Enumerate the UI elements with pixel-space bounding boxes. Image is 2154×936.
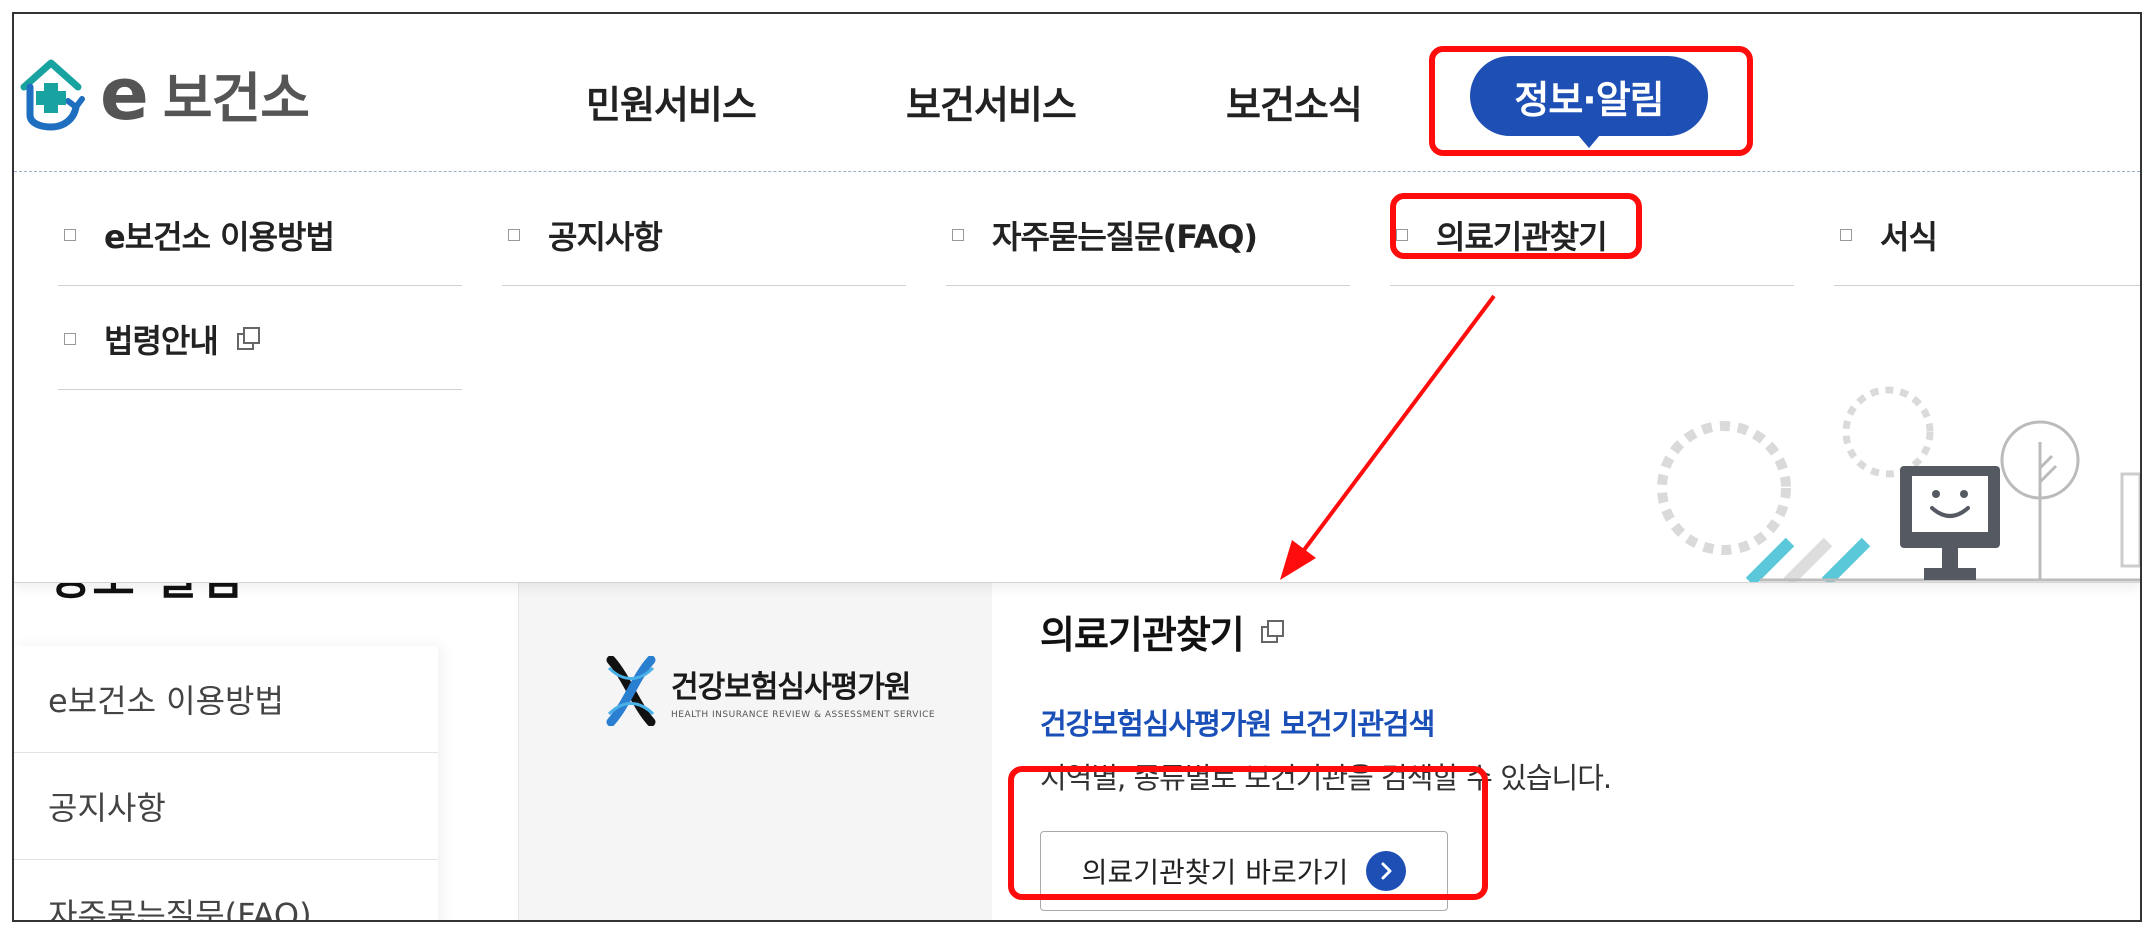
nav-info-notice[interactable]: 정보·알림 [1470,56,1708,148]
monitor-illustration-icon [1657,386,2140,582]
card-description: 지역별, 종류별로 보건기관을 검색할 수 있습니다. [1040,761,1612,795]
hira-emblem-icon [606,656,656,726]
org-logo-panel: 건강보험심사평가원 HEALTH INSURANCE REVIEW & ASSE… [518,572,992,920]
menu-item-label: 의료기관찾기 [1436,217,1608,256]
hira-name: 건강보험심사평가원 [671,670,911,705]
bullet-icon [64,332,76,345]
menu-item-label: 자주묻는질문(FAQ) [992,217,1258,256]
menu-item-label: 법령안내 [104,321,219,360]
logo-e: e [100,51,149,136]
bullet-icon [1396,228,1408,241]
mega-menu-dropdown: e보건소 이용방법 공지사항 자주묻는질문(FAQ) 의료기관찾기 서식 법령안… [14,171,2140,583]
menu-item-guide[interactable]: e보건소 이용방법 [58,184,462,286]
house-cross-logo-icon [20,59,85,131]
menu-item-label: e보건소 이용방법 [104,217,335,256]
logo-text: 보건소 [162,67,310,130]
hira-logo: 건강보험심사평가원 HEALTH INSURANCE REVIEW & ASSE… [605,656,935,726]
bullet-icon [952,228,964,241]
side-nav-item-guide[interactable]: e보건소 이용방법 [14,646,438,753]
bullet-icon [64,228,76,241]
side-nav-item-notice[interactable]: 공지사항 [14,753,438,860]
nav-civil-service[interactable]: 민원서비스 [586,74,757,129]
menu-item-forms[interactable]: 서식 [1834,184,2140,286]
hira-subtitle: HEALTH INSURANCE REVIEW & ASSESSMENT SER… [671,710,936,720]
card-title: 의료기관찾기 [1040,613,1245,657]
card-content: 의료기관찾기 건강보험심사평가원 보건기관검색 지역별, 종류별로 보건기관을 … [1040,604,1612,911]
new-window-icon [1260,619,1284,643]
go-button-label: 의료기관찾기 바로가기 [1081,856,1349,889]
side-nav-item-faq[interactable]: 자주묻는질문(FAQ) [14,860,438,920]
menu-item-faq[interactable]: 자주묻는질문(FAQ) [946,184,1350,286]
site-header: e 보건소 민원서비스 보건서비스 보건소식 정보·알림 [14,14,2140,171]
bullet-icon [508,228,520,241]
menu-item-law[interactable]: 법령안내 [58,288,462,390]
nav-health-service[interactable]: 보건서비스 [906,74,1077,129]
menu-item-hospital-search[interactable]: 의료기관찾기 [1390,184,1794,286]
card-link[interactable]: 건강보험심사평가원 보건기관검색 [1040,701,1611,743]
site-logo[interactable]: e 보건소 [16,51,310,136]
nav-health-news[interactable]: 보건소식 [1226,74,1363,129]
new-window-icon [236,326,260,350]
side-nav: e보건소 이용방법 공지사항 자주묻는질문(FAQ) [14,646,438,920]
go-hospital-search-button[interactable]: 의료기관찾기 바로가기 [1040,831,1448,911]
menu-item-notice[interactable]: 공지사항 [502,184,906,286]
menu-item-label: 서식 [1880,217,1938,256]
menu-item-label: 공지사항 [548,217,663,256]
bullet-icon [1840,228,1852,241]
chevron-right-icon [1366,851,1407,891]
screenshot-frame: 정보·알림 e보건소 이용방법 공지사항 자주묻는질문(FAQ) 건강보험심사평… [12,12,2142,922]
